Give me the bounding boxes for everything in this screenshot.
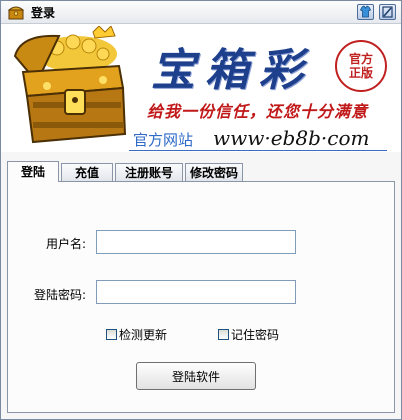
brand-title: 宝箱彩 (151, 45, 313, 96)
close-icon (380, 6, 395, 22)
banner: 宝箱彩 官方 正版 给我一份信任，还您十分满意 官方网站 www·eb8b·co… (1, 24, 401, 152)
tab-register[interactable]: 注册账号 (115, 163, 183, 181)
username-label: 用户名: (46, 237, 87, 251)
website-label[interactable]: 官方网站 (133, 129, 193, 150)
username-input[interactable] (96, 230, 296, 254)
skin-button[interactable] (357, 4, 374, 20)
slogan: 给我一份信任，还您十分满意 (147, 102, 369, 121)
password-label: 登陆密码: (34, 288, 87, 302)
treasure-chest-icon (7, 4, 25, 20)
seal-line-2: 正版 (348, 66, 373, 80)
window-title: 登录 (31, 6, 56, 20)
login-panel: 用户名: 登陆密码: 检测更新 记住密码 登陆软件 (7, 181, 395, 413)
login-window: 登录 宝箱彩 官方 正版 给我一份信任，还您十分满意 官方网站 www·eb8b… (0, 0, 402, 420)
close-button[interactable] (379, 4, 396, 20)
tab-login[interactable]: 登陆 (7, 161, 59, 182)
website-url[interactable]: www·eb8b·com (213, 126, 369, 150)
check-update-box[interactable] (106, 329, 117, 340)
shirt-icon (358, 5, 373, 22)
official-seal: 官方 正版 (335, 40, 387, 92)
password-input[interactable] (96, 280, 296, 304)
remember-password-checkbox[interactable]: 记住密码 (218, 328, 279, 342)
seal-line-1: 官方 (348, 52, 373, 66)
check-update-checkbox[interactable]: 检测更新 (106, 328, 167, 342)
tab-change-password[interactable]: 修改密码 (185, 163, 243, 181)
remember-password-label: 记住密码 (231, 328, 280, 342)
check-update-label: 检测更新 (119, 328, 168, 342)
tab-recharge[interactable]: 充值 (61, 163, 113, 181)
login-button[interactable]: 登陆软件 (136, 362, 256, 390)
website-row[interactable]: 官方网站 www·eb8b·com (129, 126, 387, 151)
remember-password-box[interactable] (218, 329, 229, 340)
title-bar[interactable]: 登录 (1, 1, 401, 24)
treasure-chest-image (7, 25, 135, 144)
